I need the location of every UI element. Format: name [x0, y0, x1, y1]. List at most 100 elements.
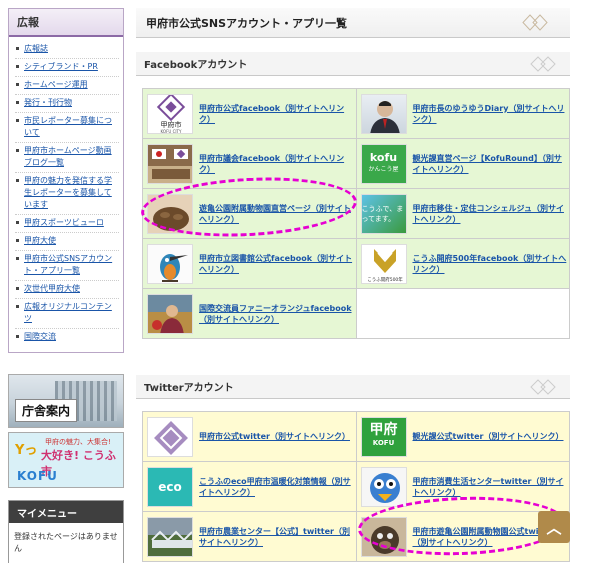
facebook-link[interactable]: 甲府市移住・定住コンシェルジュ（別サイトへリンク） — [413, 203, 568, 225]
facebook-link[interactable]: 観光課直営ページ【KofuRound】（別サイトへリンク） — [413, 153, 568, 175]
sidebar-item-international[interactable]: 国際交流 — [15, 329, 119, 346]
sidebar-item-student-reporter[interactable]: 甲府の魅力を発信する学生レポーターを募集しています — [15, 173, 119, 215]
page-title: 甲府市公式SNSアカウント・アプリ一覧 — [136, 8, 570, 38]
facebook-link[interactable]: 国際交流員ファニーオランジュfacebook（別サイトへリンク） — [199, 303, 354, 325]
kingfisher-icon — [160, 253, 188, 282]
person-portrait-icon — [369, 100, 400, 133]
consumer-center-mascot-thumbnail[interactable] — [360, 466, 407, 507]
sidebar-item-label[interactable]: 甲府の魅力を発信する学生レポーターを募集しています — [24, 176, 112, 209]
facebook-heading-text: Facebookアカウント — [144, 60, 248, 71]
agri-center-thumbnail[interactable] — [147, 516, 193, 557]
sidebar-item-label[interactable]: 広報オリジナルコンテンツ — [24, 302, 112, 323]
facebook-link[interactable]: こうふ開府500年facebook（別サイトへリンク） — [413, 253, 568, 275]
twitter-link[interactable]: 甲府市農業センター【公式】twitter（別サイトへリンク） — [199, 526, 354, 548]
twitter-heading-text: Twitterアカウント — [144, 383, 234, 394]
city-council-thumbnail[interactable] — [147, 143, 193, 184]
table-row: eco こうふのeco甲府市温暖化対策情報（別サイトへリンク） 甲府市消費生活セ… — [142, 461, 570, 512]
sidebar-item-sns[interactable]: 甲府市公式SNSアカウント・アプリ一覧 — [15, 251, 119, 281]
kofu-500-emblem-icon: こうふ開府500年 — [367, 248, 403, 283]
diamond-deco-icon — [530, 56, 556, 72]
table-row: 甲府市農業センター【公式】twitter（別サイトへリンク） 甲府市遊亀公園附属… — [142, 511, 570, 562]
facebook-cell: 甲府市長のゆうゆうDiary（別サイトへリンク） — [355, 88, 570, 139]
kofu-city-logo-thumbnail[interactable]: 甲府市 KOFU CITY — [147, 93, 193, 134]
facebook-table: 甲府市 KOFU CITY 甲府市公式facebook（別サイトへリンク） 甲府… — [142, 88, 570, 339]
sidebar-item-kohoshi[interactable]: 広報誌 — [15, 41, 119, 59]
city-hall-banner-label: 庁舎案内 — [15, 399, 78, 422]
twitter-section-heading: Twitterアカウント — [136, 375, 570, 399]
my-menu: マイメニュー 登録されたページはありません — [8, 500, 124, 563]
facebook-link[interactable]: 甲府市立図書館公式facebook（別サイトへリンク） — [199, 253, 354, 275]
main-content: 甲府市公式SNSアカウント・アプリ一覧 Facebookアカウント 甲府市 KO… — [136, 8, 570, 562]
thumb-text: 甲府 — [369, 421, 398, 438]
facebook-cell: 国際交流員ファニーオランジュfacebook（別サイトへリンク） — [142, 288, 357, 339]
zoo-animal-thumbnail[interactable] — [147, 193, 193, 234]
table-row: 甲府市公式twitter（別サイトへリンク） 甲府 KOFU 観光課公式twit… — [142, 411, 570, 462]
sidebar-item-label[interactable]: ホームページ運用 — [24, 80, 88, 89]
twitter-link[interactable]: 観光課公式twitter（別サイトへリンク） — [413, 431, 564, 442]
sidebar-item-publications[interactable]: 発行・刊行物 — [15, 95, 119, 113]
facebook-cell: 甲府市議会facebook（別サイトへリンク） — [142, 138, 357, 189]
kofu-crest-icon: 甲府市 KOFU CITY — [156, 94, 186, 133]
sidebar-item-label[interactable]: 甲府スポーツビューロ — [24, 218, 104, 227]
sidebar-item-city-brand[interactable]: シティブランド・PR — [15, 59, 119, 77]
sidebar-item-label[interactable]: 市民レポーター募集について — [24, 116, 112, 137]
mayor-photo-thumbnail[interactable] — [360, 93, 407, 134]
facebook-cell: こうふ開府500年 こうふ開府500年facebook（別サイトへリンク） — [355, 238, 570, 289]
twitter-cell: 甲府 KOFU 観光課公式twitter（別サイトへリンク） — [355, 411, 570, 462]
cir-photo-thumbnail[interactable] — [147, 293, 193, 334]
sidebar-item-label[interactable]: シティブランド・PR — [24, 62, 98, 71]
facebook-cell: 甲府市立図書館公式facebook（別サイトへリンク） — [142, 238, 357, 289]
sidebar-title: 広報 — [9, 9, 123, 37]
flag-icon — [152, 148, 190, 179]
kofu-crest-thumbnail[interactable] — [147, 416, 193, 457]
kofu-500-logo-thumbnail[interactable]: こうふ開府500年 — [360, 243, 407, 284]
kofu-tourism-logo-thumbnail[interactable]: 甲府 KOFU — [360, 416, 407, 457]
facebook-link[interactable]: 甲府市公式facebook（別サイトへリンク） — [199, 103, 354, 125]
sidebar-item-label[interactable]: 次世代甲府大使 — [24, 284, 80, 293]
my-menu-body: 登録されたページはありません — [14, 532, 118, 553]
love-kofu-banner[interactable]: Yっ 甲府の魅力、大集合! 大好き! こうふ市 KOFU — [8, 432, 124, 488]
sidebar-nav-box: 広報 広報誌 シティブランド・PR ホームページ運用 発行・刊行物 市民レポータ… — [8, 8, 124, 353]
city-hall-banner[interactable]: 庁舎案内 — [8, 374, 124, 428]
scroll-to-top-button[interactable]: ︿ — [538, 511, 570, 543]
banner-kofu-line2: 甲府の魅力、大集合! — [45, 438, 111, 446]
thumb-text: 甲府市 — [161, 120, 182, 129]
mascot-icon — [369, 472, 400, 503]
twitter-link[interactable]: 甲府市公式twitter（別サイトへリンク） — [199, 431, 350, 442]
sidebar-item-label[interactable]: 国際交流 — [24, 332, 56, 341]
table-row: 甲府市 KOFU CITY 甲府市公式facebook（別サイトへリンク） 甲府… — [142, 88, 570, 139]
sidebar-item-label[interactable]: 発行・刊行物 — [24, 98, 72, 107]
sidebar-item-sports-bureau[interactable]: 甲府スポーツビューロ — [15, 215, 119, 233]
sidebar-item-label[interactable]: 甲府市ホームページ動画ブログ一覧 — [24, 146, 112, 167]
twitter-link[interactable]: 甲府市消費生活センターtwitter（別サイトへリンク） — [413, 476, 568, 498]
table-row: 甲府市立図書館公式facebook（別サイトへリンク） こうふ開府500年 こう… — [142, 238, 570, 289]
library-mascot-thumbnail[interactable] — [147, 243, 193, 284]
animal-face-icon — [370, 525, 399, 554]
sidebar-item-reporter[interactable]: 市民レポーター募集について — [15, 113, 119, 143]
sidebar-item-original-content[interactable]: 広報オリジナルコンテンツ — [15, 299, 119, 329]
facebook-link[interactable]: 遊亀公園附属動物園直営ページ（別サイトへリンク） — [199, 203, 354, 225]
sidebar-list: 広報誌 シティブランド・PR ホームページ運用 発行・刊行物 市民レポーター募集… — [9, 37, 123, 352]
facebook-link[interactable]: 甲府市議会facebook（別サイトへリンク） — [199, 153, 354, 175]
twitter-link[interactable]: こうふのeco甲府市温暖化対策情報（別サイトへリンク） — [199, 476, 354, 498]
kofu-round-logo-thumbnail[interactable]: kofu かんこう屋 — [360, 143, 407, 184]
sidebar-item-label[interactable]: 甲府大使 — [24, 236, 56, 245]
facebook-link[interactable]: 甲府市長のゆうゆうDiary（別サイトへリンク） — [413, 103, 568, 125]
diamond-deco-icon — [522, 14, 548, 31]
kofu-crest-icon — [154, 420, 188, 455]
iju-concierge-thumbnail[interactable]: こうふで、まってます。 — [360, 193, 407, 234]
eco-logo-thumbnail[interactable]: eco — [147, 466, 193, 507]
table-row: 遊亀公園附属動物園直営ページ（別サイトへリンク） こうふで、まってます。 甲府市… — [142, 188, 570, 239]
table-row: 甲府市議会facebook（別サイトへリンク） kofu かんこう屋 観光課直営… — [142, 138, 570, 189]
zoo-animal-thumbnail[interactable] — [360, 516, 407, 557]
sidebar-item-label[interactable]: 甲府市公式SNSアカウント・アプリ一覧 — [24, 254, 112, 275]
sidebar-item-website[interactable]: ホームページ運用 — [15, 77, 119, 95]
sidebar-item-label[interactable]: 広報誌 — [24, 44, 48, 53]
sidebar: 広報 広報誌 シティブランド・PR ホームページ運用 発行・刊行物 市民レポータ… — [8, 8, 124, 563]
empty-cell — [355, 288, 570, 339]
sidebar-item-ambassador[interactable]: 甲府大使 — [15, 233, 119, 251]
facebook-cell: kofu かんこう屋 観光課直営ページ【KofuRound】（別サイトへリンク） — [355, 138, 570, 189]
sidebar-item-video-blog[interactable]: 甲府市ホームページ動画ブログ一覧 — [15, 143, 119, 173]
page-title-text: 甲府市公式SNSアカウント・アプリ一覧 — [146, 16, 348, 30]
sidebar-item-next-ambassador[interactable]: 次世代甲府大使 — [15, 281, 119, 299]
